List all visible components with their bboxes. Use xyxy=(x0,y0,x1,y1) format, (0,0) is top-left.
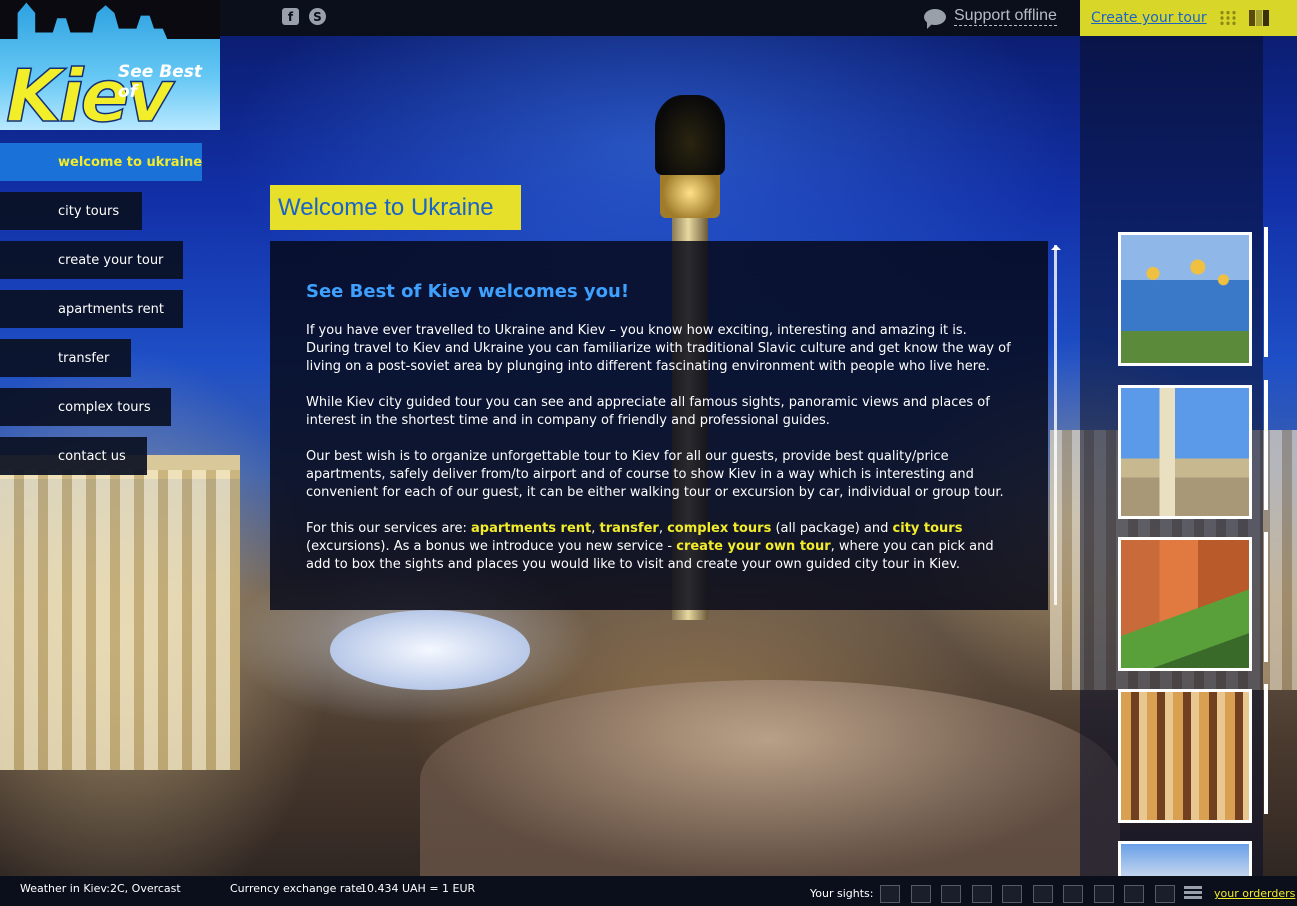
link-city-tours[interactable]: city tours xyxy=(893,521,963,536)
sight-slot[interactable] xyxy=(941,885,961,903)
ice-rink xyxy=(330,610,530,690)
sight-slot[interactable] xyxy=(1124,885,1144,903)
services-intro: For this our services are: xyxy=(306,521,471,536)
content-heading: See Best of Kiev welcomes you! xyxy=(306,281,630,302)
sight-thumbnail[interactable] xyxy=(1118,537,1252,671)
weather-label: Weather in Kiev: xyxy=(20,882,110,895)
sight-slot[interactable] xyxy=(1032,885,1053,903)
link-create-your-own-tour[interactable]: create your own tour xyxy=(676,539,830,554)
create-tour-tab: Create your tour xyxy=(1080,0,1297,36)
social-links: f S xyxy=(282,8,326,25)
services-separator: , xyxy=(658,521,668,536)
page-title: Welcome to Ukraine xyxy=(270,185,521,230)
color-switch-icon[interactable] xyxy=(1248,10,1269,26)
content-scrollbar[interactable] xyxy=(1054,245,1057,605)
support-status-text[interactable]: Support offline xyxy=(954,7,1057,26)
thumbnail-scroll-bar xyxy=(1264,684,1268,814)
nav-item-welcome[interactable]: welcome to ukraine xyxy=(0,143,202,181)
grid-view-icon[interactable] xyxy=(1218,10,1237,26)
nav-item-transfer[interactable]: transfer xyxy=(0,339,131,377)
services-text: (all package) and xyxy=(771,521,893,536)
list-view-icon[interactable] xyxy=(1184,886,1202,900)
orders-link[interactable]: your orderders xyxy=(1214,887,1295,900)
sight-thumbnail[interactable] xyxy=(1118,841,1252,881)
tour-paragraph: While Kiev city guided tour you can see … xyxy=(306,395,990,428)
nav-item-apartments-rent[interactable]: apartments rent xyxy=(0,290,183,328)
link-apartments-rent[interactable]: apartments rent xyxy=(471,521,591,536)
sight-thumbnail[interactable] xyxy=(1118,385,1252,519)
sight-thumbnail[interactable] xyxy=(1118,232,1252,366)
facebook-icon[interactable]: f xyxy=(282,8,299,25)
weather-value: 2C, Overcast xyxy=(110,882,181,895)
thumbnail-scroll-bar xyxy=(1264,532,1268,662)
services-text: (excursions). As a bonus we introduce yo… xyxy=(306,539,677,554)
nav-item-city-tours[interactable]: city tours xyxy=(0,192,142,230)
building-left xyxy=(0,470,240,770)
currency-label: Currency exchange rate xyxy=(230,882,363,895)
intro-paragraph: If you have ever travelled to Ukraine an… xyxy=(306,323,1011,374)
sight-slot[interactable] xyxy=(971,885,992,903)
skype-icon[interactable]: S xyxy=(309,8,326,25)
bottom-bar: Weather in Kiev: 2C, Overcast Currency e… xyxy=(0,876,1297,906)
sight-slot[interactable] xyxy=(910,885,931,903)
thumbnail-scroll-bar xyxy=(1264,227,1268,357)
services-paragraph: For this our services are: apartments re… xyxy=(306,520,1012,574)
nav-item-contact-us[interactable]: contact us xyxy=(0,437,147,475)
create-tour-link[interactable]: Create your tour xyxy=(1091,10,1207,26)
link-complex-tours[interactable]: complex tours xyxy=(667,521,771,536)
your-sights-label: Your sights: xyxy=(810,887,874,900)
sight-slot[interactable] xyxy=(1093,885,1114,903)
column-capital xyxy=(660,168,720,218)
currency-value: 10.434 UAH = 1 EUR xyxy=(360,882,476,895)
nav-item-complex-tours[interactable]: complex tours xyxy=(0,388,171,426)
wish-paragraph: Our best wish is to organize unforgettab… xyxy=(306,449,1004,500)
sight-thumbnail[interactable] xyxy=(1118,689,1252,823)
sight-slot[interactable] xyxy=(1002,885,1022,903)
content-panel: See Best of Kiev welcomes you! If you ha… xyxy=(270,241,1048,610)
support-status[interactable]: Support offline xyxy=(924,7,1057,29)
services-separator: , xyxy=(591,521,600,536)
link-transfer[interactable]: transfer xyxy=(600,521,659,536)
statue xyxy=(655,95,725,175)
plaza-decoration xyxy=(420,680,1120,880)
sight-slot[interactable] xyxy=(1154,885,1175,903)
thumbnail-scroll-bar xyxy=(1264,380,1268,510)
nav-item-create-your-tour[interactable]: create your tour xyxy=(0,241,183,279)
chat-bubble-icon xyxy=(924,8,946,29)
sight-slot[interactable] xyxy=(1063,885,1083,903)
site-logo[interactable]: Kiev See Best of xyxy=(0,0,220,130)
logo-subtitle: See Best of xyxy=(118,62,202,102)
sight-slot[interactable] xyxy=(880,885,900,903)
